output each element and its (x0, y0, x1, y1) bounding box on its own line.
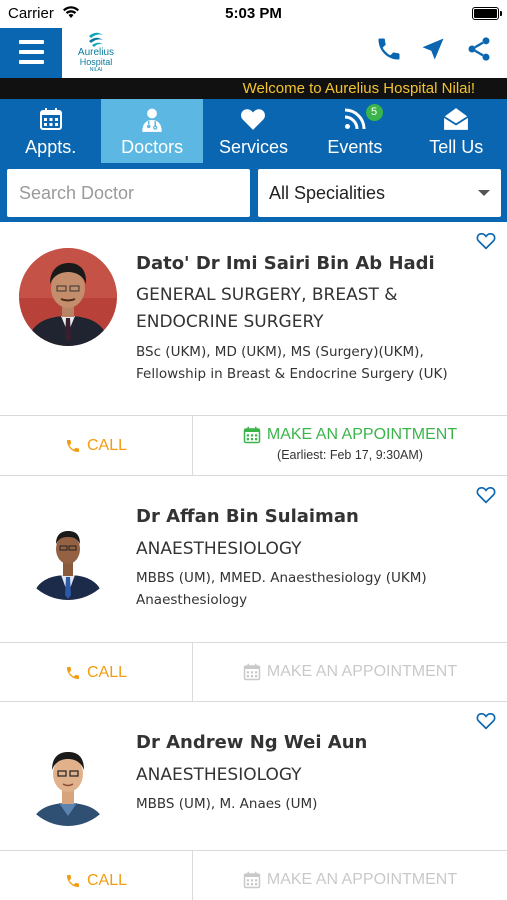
call-label: CALL (86, 663, 128, 681)
make-appointment-button[interactable]: MAKE AN APPOINTMENT (193, 643, 507, 702)
doctor-name[interactable]: Dr Andrew Ng Wei Aun (136, 732, 367, 753)
doctor-actions: CALL MAKE AN APPOINTMENT (0, 642, 507, 702)
doctor-photo (19, 502, 117, 600)
call-label: CALL (86, 436, 128, 454)
appointment-label: MAKE AN APPOINTMENT (266, 426, 458, 443)
search-bar: All Specialities (0, 163, 507, 222)
qualification-line: BSc (UKM), MD (UKM), MS (Surgery)(UKM), (136, 344, 424, 360)
doctor-qualifications: BSc (UKM), MD (UKM), MS (Surgery)(UKM), … (136, 341, 466, 385)
doctor-name[interactable]: Dato' Dr Imi Sairi Bin Ab Hadi (136, 253, 435, 274)
calendar-icon (243, 426, 261, 444)
doctor-speciality: ANAESTHESIOLOGY (136, 762, 456, 789)
calendar-icon (0, 107, 101, 133)
qualification-line: MBBS (UM), MMED. Anaesthesiology (UKM) (136, 570, 427, 586)
appointment-label: MAKE AN APPOINTMENT (266, 871, 458, 888)
speciality-line: ANAESTHESIOLOGY (136, 539, 302, 559)
call-button[interactable]: CALL (0, 416, 193, 475)
favorite-heart-icon[interactable] (476, 232, 496, 255)
caret-down-icon (478, 190, 490, 196)
phone-icon (66, 874, 79, 887)
phone-icon (66, 666, 79, 679)
tab-label: Tell Us (429, 137, 484, 157)
doctor-qualifications: MBBS (UM), M. Anaes (UM) (136, 793, 466, 815)
qualification-line: Anaesthesiology (136, 592, 248, 608)
doctor-qualifications: MBBS (UM), MMED. Anaesthesiology (UKM) A… (136, 567, 466, 611)
doctor-speciality: ANAESTHESIOLOGY (136, 536, 456, 563)
speciality-line: ANAESTHESIOLOGY (136, 765, 302, 785)
clock: 5:03 PM (225, 5, 282, 22)
hospital-logo: Aurelius Hospital NILAI (72, 30, 120, 76)
appointment-label: MAKE AN APPOINTMENT (266, 663, 458, 680)
rss-icon (304, 107, 405, 133)
qualification-line: Fellowship in Breast & Endocrine Surgery… (136, 366, 448, 382)
doctor-icon (101, 107, 202, 133)
battery-icon (472, 7, 502, 20)
tab-label: Services (218, 137, 288, 157)
calendar-icon (243, 871, 261, 889)
doctor-list: Dato' Dr Imi Sairi Bin Ab Hadi GENERAL S… (0, 222, 507, 900)
speciality-selected-value: All Specialities (269, 183, 386, 203)
doctor-card: Dato' Dr Imi Sairi Bin Ab Hadi GENERAL S… (0, 222, 507, 476)
status-bar: Carrier 5:03 PM (0, 0, 507, 28)
favorite-heart-icon[interactable] (476, 712, 496, 735)
phone-icon[interactable] (375, 35, 405, 65)
call-button[interactable]: CALL (0, 851, 193, 900)
doctor-actions: CALL MAKE AN APPOINTMENT (0, 850, 507, 900)
hamburger-icon-bar (19, 60, 44, 64)
tab-appointments[interactable]: Appts. (0, 99, 101, 163)
heart-icon (203, 107, 304, 133)
doctor-name[interactable]: Dr Affan Bin Sulaiman (136, 506, 359, 527)
calendar-icon (243, 663, 261, 681)
make-appointment-button[interactable]: MAKE AN APPOINTMENT (Earliest: Feb 17, 9… (193, 416, 507, 475)
speciality-select[interactable]: All Specialities (258, 169, 501, 217)
doctor-actions: CALL MAKE AN APPOINTMENT (Earliest: Feb … (0, 415, 507, 475)
tab-label: Appts. (25, 137, 77, 157)
tab-services[interactable]: Services (203, 99, 304, 163)
menu-button[interactable] (0, 28, 62, 78)
favorite-heart-icon[interactable] (476, 486, 496, 509)
phone-icon (66, 439, 79, 452)
main-tab-bar: Appts. Doctors Services 5 Events Tell Us (0, 99, 507, 163)
share-icon[interactable] (465, 35, 495, 65)
tab-doctors[interactable]: Doctors (101, 99, 203, 163)
envelope-open-icon (406, 107, 507, 133)
app-header: Aurelius Hospital NILAI (0, 28, 507, 78)
events-count-badge: 5 (365, 104, 383, 121)
call-button[interactable]: CALL (0, 643, 193, 702)
doctor-photo (19, 248, 117, 346)
doctor-card: Dr Andrew Ng Wei Aun ANAESTHESIOLOGY MBB… (0, 702, 507, 900)
search-doctor-input[interactable] (7, 169, 250, 217)
tab-label: Doctors (121, 137, 184, 157)
logo-mark-icon (89, 32, 103, 47)
tab-events[interactable]: 5 Events (304, 99, 405, 163)
doctor-speciality: GENERAL SURGERY, BREAST & ENDOCRINE SURG… (136, 282, 456, 336)
make-appointment-button[interactable]: MAKE AN APPOINTMENT (193, 851, 507, 900)
logo-text-line2: Hospital (79, 57, 113, 67)
qualification-line: MBBS (UM), M. Anaes (UM) (136, 796, 318, 812)
earliest-slot: (Earliest: Feb 17, 9:30AM) (277, 448, 423, 462)
call-label: CALL (86, 871, 128, 889)
location-arrow-icon[interactable] (419, 35, 449, 65)
hamburger-icon-bar (19, 40, 44, 44)
logo-text-line3: NILAI (89, 67, 103, 73)
tab-tell-us[interactable]: Tell Us (406, 99, 507, 163)
speciality-line: ENDOCRINE SURGERY (136, 312, 324, 332)
tab-label: Events (327, 137, 383, 157)
ticker-text: Welcome to Aurelius Hospital Nilai! (242, 80, 475, 97)
welcome-ticker: Welcome to Aurelius Hospital Nilai! (0, 78, 507, 99)
doctor-card: Dr Affan Bin Sulaiman ANAESTHESIOLOGY MB… (0, 476, 507, 702)
speciality-line: GENERAL SURGERY, BREAST & (136, 285, 398, 305)
doctor-photo (19, 728, 117, 826)
hamburger-icon-bar (19, 50, 44, 54)
